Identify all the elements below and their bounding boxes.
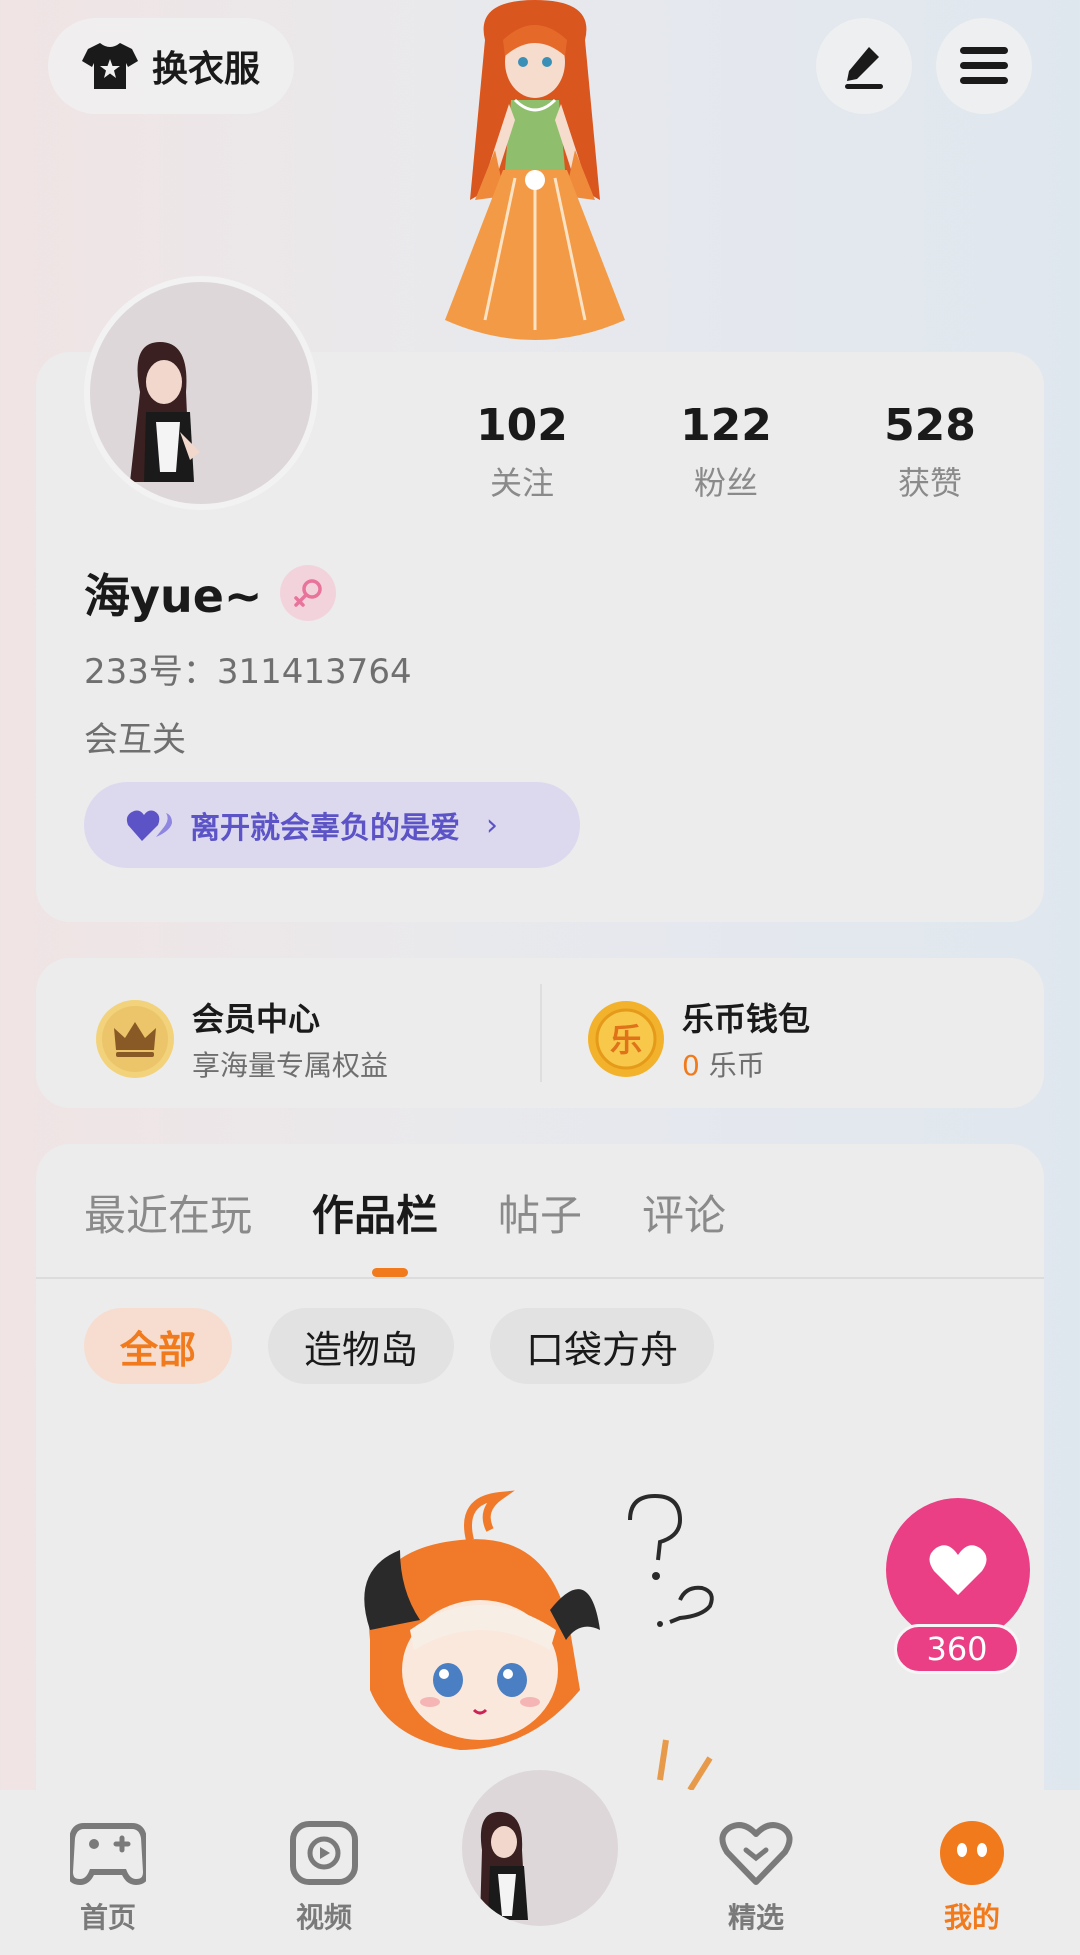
divider: [540, 984, 542, 1082]
shirt-icon: [81, 43, 138, 89]
following-label: 关注: [489, 464, 554, 502]
member-center[interactable]: 会员中心 享海量专属权益: [96, 994, 388, 1084]
nav-video-label: 视频: [295, 1901, 352, 1934]
wallet-unit: 乐币: [708, 1049, 765, 1082]
username: 海yue~: [84, 569, 263, 623]
tab-recent-play[interactable]: 最近在玩: [84, 1186, 252, 1246]
like-button[interactable]: [886, 1498, 1030, 1642]
username-row: 海yue~: [84, 560, 337, 626]
face-icon: [940, 1821, 1004, 1885]
menu-button[interactable]: [936, 18, 1032, 114]
chevron-right-icon: ›: [486, 807, 498, 843]
member-wallet-card: 会员中心 享海量专属权益 乐 乐币钱包 0 乐币: [36, 958, 1044, 1108]
stat-likes[interactable]: 528 获赞: [850, 398, 1010, 504]
edit-profile-button[interactable]: [816, 18, 912, 114]
nav-video[interactable]: 视频: [254, 1820, 394, 1936]
coin-icon-label: 乐: [610, 1021, 642, 1059]
change-outfit-button[interactable]: 换衣服: [48, 18, 294, 114]
wallet-title: 乐币钱包: [682, 1000, 811, 1038]
filter-all[interactable]: 全部: [84, 1308, 233, 1384]
following-count: 102: [476, 400, 568, 451]
play-icon: [290, 1821, 358, 1885]
nav-home-label: 首页: [79, 1901, 136, 1934]
female-icon: [280, 565, 337, 621]
active-tab-indicator: [372, 1268, 408, 1277]
heart-icon: [929, 1545, 987, 1595]
wallet-amount: 0: [682, 1049, 700, 1082]
double-heart-icon: [126, 810, 172, 841]
change-outfit-label: 换衣服: [151, 49, 260, 90]
gamepad-icon: [66, 1823, 150, 1886]
tab-comments[interactable]: 评论: [642, 1186, 726, 1246]
filter-creation-island[interactable]: 造物岛: [268, 1308, 455, 1384]
heart-badge-icon: [719, 1822, 793, 1885]
stat-following[interactable]: 102 关注: [442, 398, 602, 504]
avatar[interactable]: [84, 276, 318, 510]
signature-pill[interactable]: 离开就会辜负的是爱 ›: [84, 782, 580, 868]
likes-label: 获赞: [897, 464, 962, 502]
likes-count: 528: [884, 400, 976, 451]
member-title: 会员中心: [192, 1000, 321, 1038]
signature-text: 离开就会辜负的是爱: [190, 811, 460, 846]
hamburger-menu-icon: [960, 47, 1008, 84]
filter-chips: 全部 造物岛 口袋方舟: [84, 1308, 715, 1384]
followers-count: 122: [680, 400, 772, 451]
tab-posts[interactable]: 帖子: [498, 1186, 582, 1246]
works-tabs: 最近在玩 作品栏 帖子 评论: [84, 1186, 786, 1246]
tab-works[interactable]: 作品栏: [312, 1186, 438, 1246]
wallet-balance: 0 乐币: [682, 1044, 810, 1084]
nav-featured[interactable]: 精选: [686, 1820, 826, 1936]
followers-label: 粉丝: [693, 464, 758, 502]
pen-icon: [845, 47, 883, 89]
wallet[interactable]: 乐 乐币钱包 0 乐币: [588, 994, 810, 1084]
like-count: 360: [894, 1624, 1020, 1674]
nav-home[interactable]: 首页: [38, 1820, 178, 1936]
coin-icon: 乐: [588, 1001, 664, 1077]
nav-featured-label: 精选: [727, 1901, 784, 1934]
avatar-3d-figure[interactable]: [415, 0, 655, 352]
tabs-divider: [36, 1277, 1044, 1279]
crown-icon: [96, 1000, 174, 1078]
user-id: 233号：311413764: [84, 652, 412, 692]
member-subtitle: 享海量专属权益: [192, 1049, 389, 1082]
nav-mine[interactable]: 我的: [902, 1820, 1042, 1936]
nav-mine-label: 我的: [943, 1901, 1000, 1934]
stat-followers[interactable]: 122 粉丝: [646, 398, 806, 504]
filter-pocket-ark[interactable]: 口袋方舟: [490, 1308, 715, 1384]
bio: 会互关: [84, 720, 186, 760]
nav-center-avatar[interactable]: [456, 1764, 624, 1932]
